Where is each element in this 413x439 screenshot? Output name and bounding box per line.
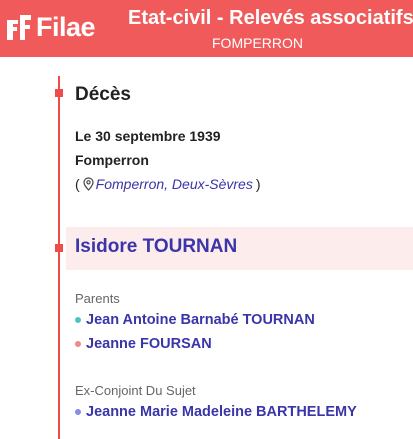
event-place: Fomperron [75,152,149,168]
parent-mother[interactable]: Jeanne FOURSAN [75,336,212,352]
app-header: Filae Etat-civil - Relevés associatifs F… [0,0,413,57]
person-name[interactable]: Isidore TOURNAN [75,236,237,258]
logo-text: Filae [36,11,96,42]
location-separator: , [164,176,172,192]
parent-father[interactable]: Jean Antoine Barnabé TOURNAN [75,312,315,328]
filae-logo[interactable]: Filae [4,10,96,44]
location-region-link[interactable]: Deux-Sèvres [172,176,253,192]
location-city-link[interactable]: Fomperron [96,176,164,192]
filae-logo-icon [7,15,31,40]
bullet-icon [75,409,81,415]
event-type-heading: Décès [75,84,131,105]
bullet-icon [75,341,81,347]
timeline-line [58,76,60,439]
parent-father-name[interactable]: Jean Antoine Barnabé TOURNAN [86,312,315,328]
event-location: ( Fomperron , Deux-Sèvres ) [75,176,261,192]
bullet-icon [75,317,81,323]
timeline-marker-event [55,89,63,97]
open-paren: ( [75,176,80,192]
close-paren: ) [255,176,261,192]
timeline-marker-person [55,244,63,252]
ex-spouse-name[interactable]: Jeanne Marie Madeleine BARTHELEMY [86,404,357,420]
parent-mother-name[interactable]: Jeanne FOURSAN [86,336,212,352]
map-pin-icon [83,177,94,191]
page-subtitle: FOMPERRON [212,35,303,51]
page-title: Etat-civil - Relevés associatifs [128,7,413,29]
event-date: Le 30 septembre 1939 [75,128,221,144]
ex-spouse-label: Ex-Conjoint Du Sujet [75,383,196,398]
parents-label: Parents [75,291,120,306]
ex-spouse[interactable]: Jeanne Marie Madeleine BARTHELEMY [75,404,357,420]
